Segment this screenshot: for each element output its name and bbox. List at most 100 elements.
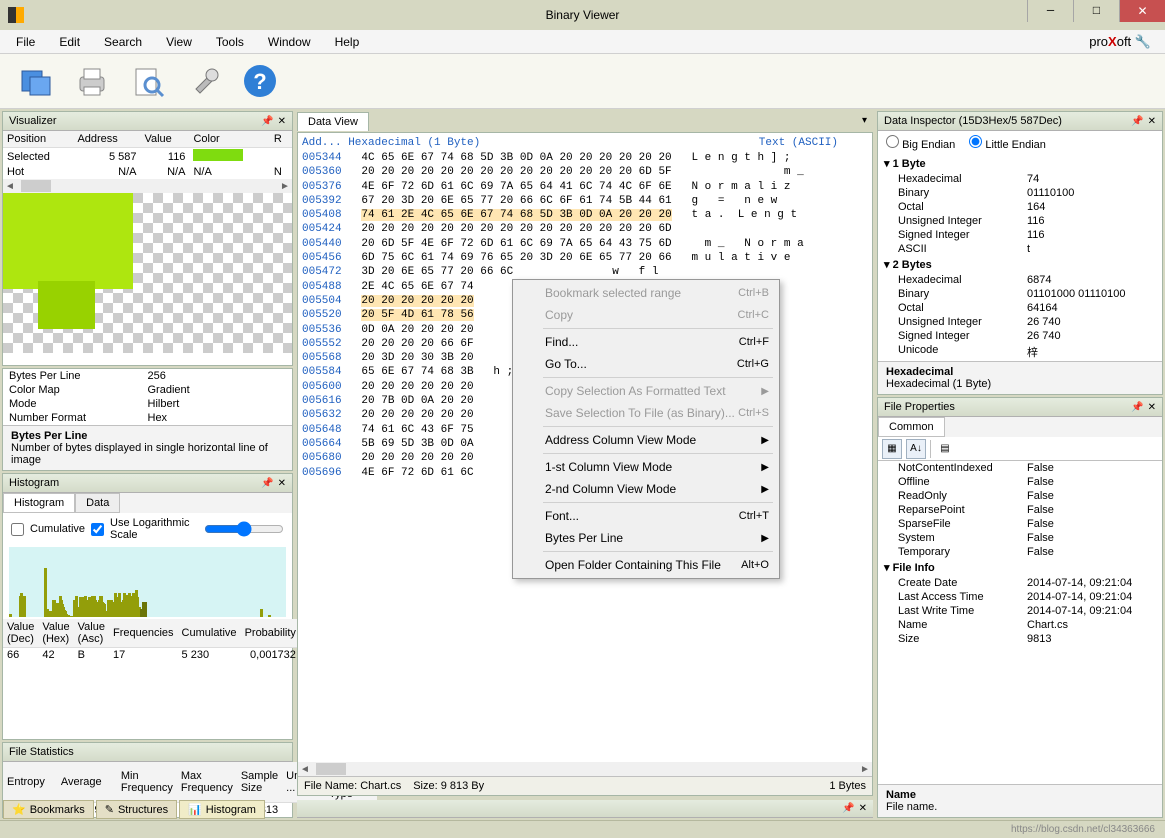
menu-item[interactable]: Find...Ctrl+F [515, 331, 777, 353]
menu-item[interactable]: Font...Ctrl+T [515, 505, 777, 527]
visualizer-image[interactable] [3, 193, 292, 353]
window-title: Binary Viewer [546, 8, 620, 22]
context-menu: Bookmark selected rangeCtrl+BCopyCtrl+C F… [512, 279, 780, 579]
menu-tools[interactable]: Tools [206, 32, 254, 52]
color-swatch [193, 149, 243, 161]
property-row[interactable]: ReparsePointFalse [878, 503, 1162, 517]
visualizer-settings-panel: Bytes Per Line256 Color MapGradient Mode… [2, 368, 293, 471]
categorize-button[interactable]: ▦ [882, 439, 902, 459]
titlebar: Binary Viewer ─ □ ✕ [0, 0, 1165, 30]
menu-item[interactable]: Open Folder Containing This FileAlt+O [515, 554, 777, 576]
menu-item: Copy Selection As Formatted Text▶ [515, 380, 777, 402]
file-properties-panel: File Properties📌✕ Common ▦ A↓ ▤ NotConte… [877, 397, 1163, 818]
menu-item: Bookmark selected rangeCtrl+B [515, 282, 777, 304]
sort-button[interactable]: A↓ [906, 439, 926, 459]
menu-edit[interactable]: Edit [49, 32, 90, 52]
inspector-row[interactable]: Unsigned Integer26 740 [878, 315, 1162, 329]
menu-view[interactable]: View [156, 32, 202, 52]
property-row[interactable]: SystemFalse [878, 531, 1162, 545]
menubar: File Edit Search View Tools Window Help … [0, 30, 1165, 54]
visualizer-panel: Visualizer📌✕ PositionAddressValueColorR … [2, 111, 293, 366]
property-row[interactable]: Create Date2014-07-14, 09:21:04 [878, 576, 1162, 590]
inspector-row[interactable]: Hexadecimal6874 [878, 273, 1162, 287]
tab-data[interactable]: Data [75, 493, 120, 513]
menu-file[interactable]: File [6, 32, 45, 52]
pin-icon[interactable]: 📌 [1131, 402, 1143, 413]
inspector-row[interactable]: Octal164 [878, 200, 1162, 214]
inspector-row[interactable]: Binary01110100 [878, 186, 1162, 200]
tab-data-view[interactable]: Data View [297, 112, 369, 131]
maximize-button[interactable]: □ [1073, 0, 1119, 22]
menu-window[interactable]: Window [258, 32, 321, 52]
menu-search[interactable]: Search [94, 32, 152, 52]
property-row[interactable]: OfflineFalse [878, 475, 1162, 489]
desc-title: Bytes Per Line [11, 430, 87, 442]
pin-icon[interactable]: 📌 [842, 803, 854, 814]
inspector-row[interactable]: Signed Integer116 [878, 228, 1162, 242]
scrollbar[interactable]: ◄► [3, 179, 292, 193]
property-row[interactable]: NotContentIndexedFalse [878, 461, 1162, 475]
tab-structures[interactable]: ✎ Structures [96, 800, 177, 819]
close-icon[interactable]: ✕ [859, 803, 867, 814]
search-button[interactable] [126, 59, 170, 103]
inspector-row[interactable]: Binary01101000 01110100 [878, 287, 1162, 301]
tab-histogram[interactable]: 📊 Histogram [179, 800, 265, 819]
setting-row[interactable]: Color MapGradient [3, 383, 292, 397]
setting-row[interactable]: ModeHilbert [3, 397, 292, 411]
open-button[interactable] [14, 59, 58, 103]
zoom-slider[interactable] [204, 521, 284, 537]
data-inspector-panel: Data Inspector (15D3Hex/5 587Dec)📌✕ Big … [877, 111, 1163, 395]
setting-row[interactable]: Bytes Per Line256 [3, 369, 292, 383]
property-row[interactable]: NameChart.cs [878, 618, 1162, 632]
tab-bookmarks[interactable]: ⭐ Bookmarks [3, 800, 94, 819]
menu-item[interactable]: Bytes Per Line▶ [515, 527, 777, 549]
menu-help[interactable]: Help [325, 32, 370, 52]
minimize-button[interactable]: ─ [1027, 0, 1073, 22]
menu-item[interactable]: 1-st Column View Mode▶ [515, 456, 777, 478]
property-row[interactable]: Last Write Time2014-07-14, 09:21:04 [878, 604, 1162, 618]
app-icon [8, 7, 24, 23]
property-row[interactable]: Last Access Time2014-07-14, 09:21:04 [878, 590, 1162, 604]
pin-icon[interactable]: 📌 [261, 478, 273, 489]
setting-row[interactable]: Number FormatHex [3, 411, 292, 425]
tab-histogram[interactable]: Histogram [3, 493, 75, 513]
property-row[interactable]: TemporaryFalse [878, 545, 1162, 559]
print-button[interactable] [70, 59, 114, 103]
close-icon[interactable]: ✕ [1148, 116, 1156, 127]
tab-common[interactable]: Common [878, 417, 945, 437]
inspector-row[interactable]: Signed Integer26 740 [878, 329, 1162, 343]
property-row[interactable]: ReadOnlyFalse [878, 489, 1162, 503]
property-row[interactable]: SparseFileFalse [878, 517, 1162, 531]
menu-item: CopyCtrl+C [515, 304, 777, 326]
menu-item: Save Selection To File (as Binary)...Ctr… [515, 402, 777, 424]
menu-item[interactable]: 2-nd Column View Mode▶ [515, 478, 777, 500]
cumulative-checkbox[interactable] [11, 523, 24, 536]
dropdown-icon[interactable]: ▾ [862, 115, 867, 126]
brand-logo: proXoft 🔧 [1089, 34, 1151, 50]
settings-button[interactable] [182, 59, 226, 103]
little-endian-radio[interactable]: Little Endian [969, 135, 1046, 151]
scrollbar[interactable]: ◄► [298, 762, 872, 776]
menu-item[interactable]: Go To...Ctrl+G [515, 353, 777, 375]
big-endian-radio[interactable]: Big Endian [886, 135, 955, 151]
pin-icon[interactable]: 📌 [261, 116, 273, 127]
inspector-row[interactable]: Unsigned Integer116 [878, 214, 1162, 228]
close-icon[interactable]: ✕ [278, 478, 286, 489]
pin-icon[interactable]: 📌 [1131, 116, 1143, 127]
table-row: 6642B175 2300,001732 [3, 648, 300, 663]
inspector-row[interactable]: Unicode梓 [878, 343, 1162, 361]
close-icon[interactable]: ✕ [278, 116, 286, 127]
close-icon[interactable]: ✕ [1148, 402, 1156, 413]
svg-text:?: ? [253, 69, 266, 94]
close-button[interactable]: ✕ [1119, 0, 1165, 22]
inspector-row[interactable]: ASCIIt [878, 242, 1162, 256]
inspector-row[interactable]: Octal64164 [878, 301, 1162, 315]
property-row[interactable]: Size9813 [878, 632, 1162, 646]
help-button[interactable]: ? [238, 59, 282, 103]
histogram-chart[interactable] [9, 547, 286, 617]
toolbar: ? [0, 54, 1165, 109]
menu-item[interactable]: Address Column View Mode▶ [515, 429, 777, 451]
log-scale-checkbox[interactable] [91, 523, 104, 536]
inspector-row[interactable]: Hexadecimal74 [878, 172, 1162, 186]
table-row: HotN/AN/AN/AN [3, 165, 292, 179]
